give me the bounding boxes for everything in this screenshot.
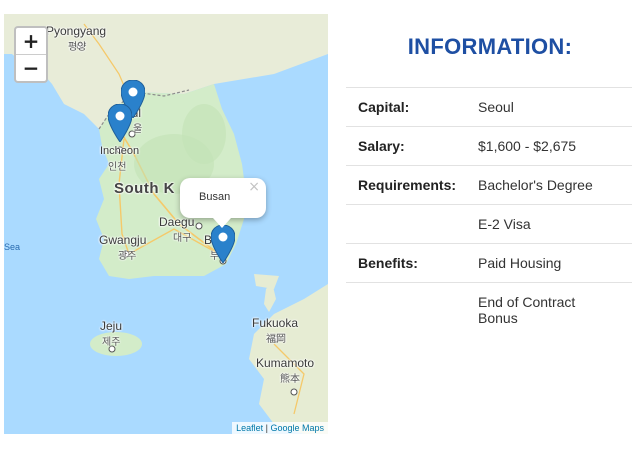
info-row-requirements-2: E-2 Visa [346, 205, 632, 244]
map-popup: Busan × [180, 178, 266, 228]
info-value: Seoul [478, 99, 514, 115]
info-key: Capital: [358, 99, 410, 115]
map-label-pyongyang-ko: 평양 [68, 42, 87, 53]
info-value: E-2 Visa [478, 216, 531, 232]
map-label-jeju-ko: 제주 [102, 337, 121, 348]
info-table: Capital: Seoul Salary: $1,600 - $2,675 R… [346, 87, 632, 326]
map-label-fukuoka: Fukuoka [252, 316, 299, 330]
zoom-out-button[interactable]: − [16, 55, 46, 81]
popup-close-button[interactable]: × [248, 179, 260, 195]
info-row-salary: Salary: $1,600 - $2,675 [346, 127, 632, 166]
info-row-requirements: Requirements: Bachelor's Degree [346, 166, 632, 205]
info-key: Benefits: [358, 255, 418, 271]
map-label-south-korea: South K [114, 180, 175, 197]
info-key [346, 294, 478, 326]
map-label-kumamoto-ja: 熊本 [280, 374, 300, 385]
info-value: $1,600 - $2,675 [478, 138, 577, 154]
map-label-incheon: Incheon [100, 145, 140, 157]
zoom-control: + − [14, 26, 48, 83]
map-label-kumamoto: Kumamoto [256, 356, 315, 370]
info-row-benefits-2: End of Contract Bonus [346, 283, 632, 326]
map-label-gwangju: Gwangju [99, 233, 147, 247]
google-maps-link[interactable]: Google Maps [270, 423, 324, 433]
info-row-capital: Capital: Seoul [346, 88, 632, 127]
map-marker-busan[interactable] [211, 225, 235, 263]
map-label-pyongyang: Pyongyang [46, 24, 107, 38]
popup-tip [213, 218, 231, 228]
info-title: INFORMATION: [407, 34, 573, 59]
info-key: Salary: [358, 138, 405, 154]
map-label-jeju: Jeju [100, 319, 123, 333]
info-value: Paid Housing [478, 255, 562, 271]
info-value: End of Contract Bonus [478, 294, 576, 326]
map-label-seoul-ko: 울 [133, 124, 143, 135]
popup-text: Busan [199, 191, 231, 203]
leaflet-link[interactable]: Leaflet [236, 423, 263, 433]
info-key: Requirements: [358, 177, 457, 193]
map-attribution: Leaflet | Google Maps [232, 422, 328, 434]
map-label-fukuoka-ja: 福岡 [266, 334, 286, 345]
map-label-gwangju-ko: 광주 [118, 251, 137, 262]
map-marker-incheon[interactable] [108, 104, 132, 142]
info-row-benefits: Benefits: Paid Housing [346, 244, 632, 283]
zoom-in-button[interactable]: + [16, 28, 46, 55]
map-label-incheon-ko: 인천 [108, 162, 127, 173]
map-label-daegu-ko: 대구 [173, 233, 192, 244]
map-label-sea: Sea [4, 242, 21, 252]
info-value: Bachelor's Degree [478, 177, 593, 193]
map[interactable]: + − Pyongyang 평양 oul 울 Incheon 인천 South … [4, 14, 328, 434]
